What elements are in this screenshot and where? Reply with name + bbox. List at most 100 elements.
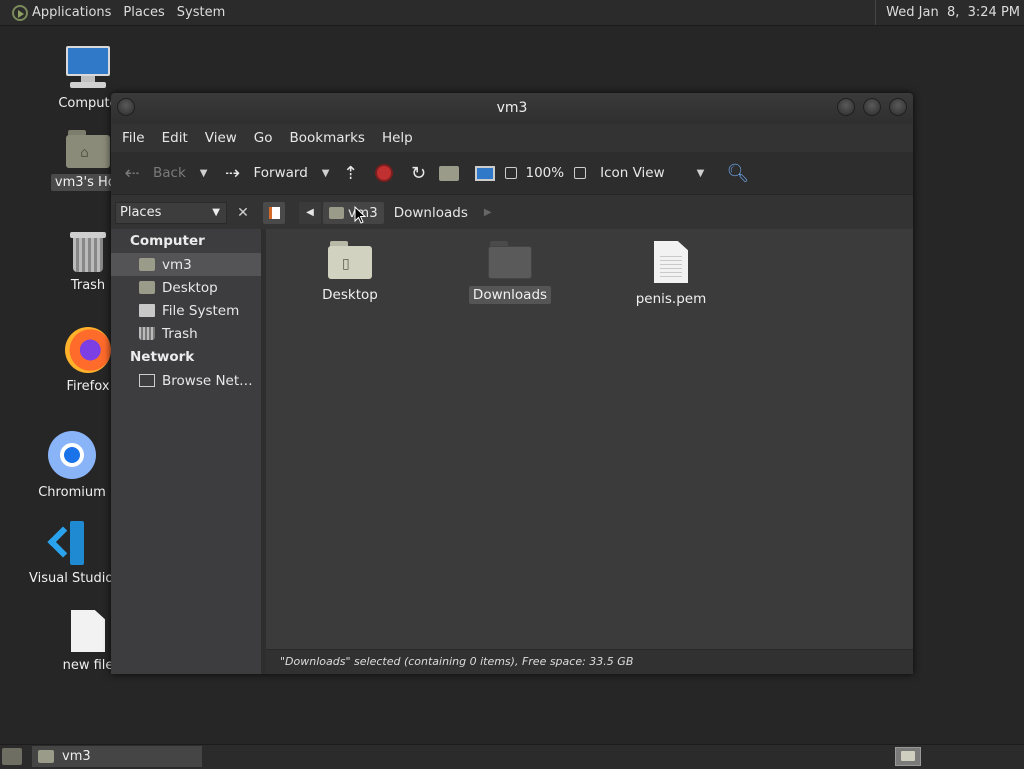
forward-button[interactable]: ⇢ Forward [219,155,308,191]
sidebar-item-label: File System [162,302,240,319]
up-button[interactable]: ⇡ [337,155,363,191]
system-menu[interactable]: System [171,0,231,25]
stop-icon[interactable] [375,164,394,182]
taskbar-item-vm3[interactable]: vm3 [32,746,202,767]
crumb-label: Downloads [393,204,468,221]
sidebar-item-trash[interactable]: Trash [111,322,261,345]
vscode-icon [48,521,92,565]
crumb-left-arrow-icon[interactable]: ◀ [299,201,321,224]
location-bar: Places ▼ ✕ ◀ vm3 Downloads ▶ [111,195,913,230]
sidebar-header-computer: Computer [130,233,205,249]
reload-button[interactable]: ↻ [405,155,431,191]
sidebar-mode-label: Places [120,205,162,220]
window-menu-button[interactable] [117,98,135,116]
show-desktop-button[interactable] [2,748,22,765]
taskbar-item-label: vm3 [62,749,91,764]
sidebar: Computer vm3 Desktop File System Trash N… [111,229,261,674]
desktop-icon-chromium[interactable]: Chromium [27,431,117,500]
sidebar-item-label: Trash [162,325,198,342]
desktop-icon-label: Visual Studio Co [29,571,111,586]
toolbar: ⇠ Back ▼ ⇢ Forward ▼ ⇡ ↻ 100% Icon View … [111,152,913,195]
window-title: vm3 [496,100,528,116]
file-view[interactable]: ▯ Desktop Downloads penis.pem [266,229,913,649]
forward-label: Forward [253,165,308,181]
menubar: File Edit View Go Bookmarks Help [111,124,913,152]
computer-button[interactable] [475,155,496,191]
sidebar-item-browse-network[interactable]: Browse Net… [111,369,261,392]
top-panel: Applications Places System Wed Jan 8, 3:… [0,0,1024,26]
home-folder-icon [38,750,54,763]
view-mode-select[interactable]: Icon View [600,165,665,181]
clock[interactable]: Wed Jan 8, 3:24 PM [875,0,1020,25]
menu-help[interactable]: Help [375,130,420,146]
applications-menu-label: Applications [32,5,112,20]
crumb-downloads[interactable]: Downloads [388,202,474,224]
home-folder-icon [329,206,344,219]
menu-go[interactable]: Go [247,130,280,146]
view-mode-dropdown[interactable]: ▼ [697,168,705,179]
menu-bookmarks[interactable]: Bookmarks [283,130,372,146]
file-item-desktop[interactable]: ▯ Desktop [295,241,405,303]
sidebar-header-network: Network [130,349,195,365]
menu-file[interactable]: File [115,130,152,146]
places-menu-label: Places [123,5,165,20]
home-folder-icon [139,258,155,271]
file-name: Downloads [468,286,552,304]
places-menu[interactable]: Places [117,0,170,25]
menu-edit[interactable]: Edit [155,130,195,146]
desktop-folder-icon [139,281,155,294]
workspace-switcher[interactable] [895,747,921,766]
zoom-in-icon[interactable] [574,167,587,179]
sidebar-item-label: Browse Net… [162,372,253,389]
drive-icon [139,304,155,317]
back-arrow-icon: ⇠ [124,162,140,184]
zoom-out-icon[interactable] [505,167,518,179]
folder-icon [488,241,532,279]
window-titlebar[interactable]: vm3 [111,93,913,124]
chromium-icon [48,431,96,479]
reload-icon: ↻ [410,162,427,184]
home-button[interactable] [439,155,460,191]
search-icon[interactable]: 🔍︎ [726,163,749,184]
menu-view[interactable]: View [198,130,244,146]
desktop-icon-vscode[interactable]: Visual Studio Co [29,521,111,586]
forward-history-dropdown[interactable]: ▼ [322,168,330,179]
computer-icon [475,165,496,181]
file-name: Desktop [322,287,378,303]
close-sidebar-icon[interactable]: ✕ [233,205,253,221]
maximize-button[interactable] [863,98,881,116]
sidebar-item-label: Desktop [162,279,218,296]
computer-icon [64,46,112,90]
back-history-dropdown[interactable]: ▼ [200,168,208,179]
close-button[interactable] [889,98,907,116]
minimize-button[interactable] [837,98,855,116]
forward-arrow-icon: ⇢ [224,162,241,184]
applications-menu[interactable]: Applications [0,0,117,25]
distro-logo-icon [12,4,28,21]
bottom-panel: vm3 [0,744,1024,769]
firefox-icon [65,327,111,373]
text-file-icon [654,241,688,283]
crumb-right-arrow-icon[interactable]: ▶ [484,207,492,218]
sidebar-item-vm3[interactable]: vm3 [111,253,261,276]
folder-icon: ▯ [328,241,372,279]
home-folder-icon [439,165,460,181]
sidebar-item-label: vm3 [162,256,192,273]
zoom-level: 100% [525,165,565,181]
trash-icon [70,230,106,272]
mouse-cursor-icon [354,206,366,224]
sidebar-item-desktop[interactable]: Desktop [111,276,261,299]
network-icon [139,374,155,387]
workspace-icon [901,751,915,761]
desktop-icon-label: Chromium [38,485,106,500]
up-arrow-icon: ⇡ [342,162,359,184]
sidebar-item-file-system[interactable]: File System [111,299,261,322]
edit-icon [268,206,280,219]
file-item-penis-pem[interactable]: penis.pem [616,241,726,307]
edit-location-button[interactable] [263,201,285,224]
sidebar-mode-select[interactable]: Places ▼ [115,201,227,224]
status-bar: "Downloads" selected (containing 0 items… [266,649,913,674]
trash-icon [139,327,155,340]
back-button[interactable]: ⇠ Back [119,155,185,191]
file-item-downloads[interactable]: Downloads [455,241,565,304]
